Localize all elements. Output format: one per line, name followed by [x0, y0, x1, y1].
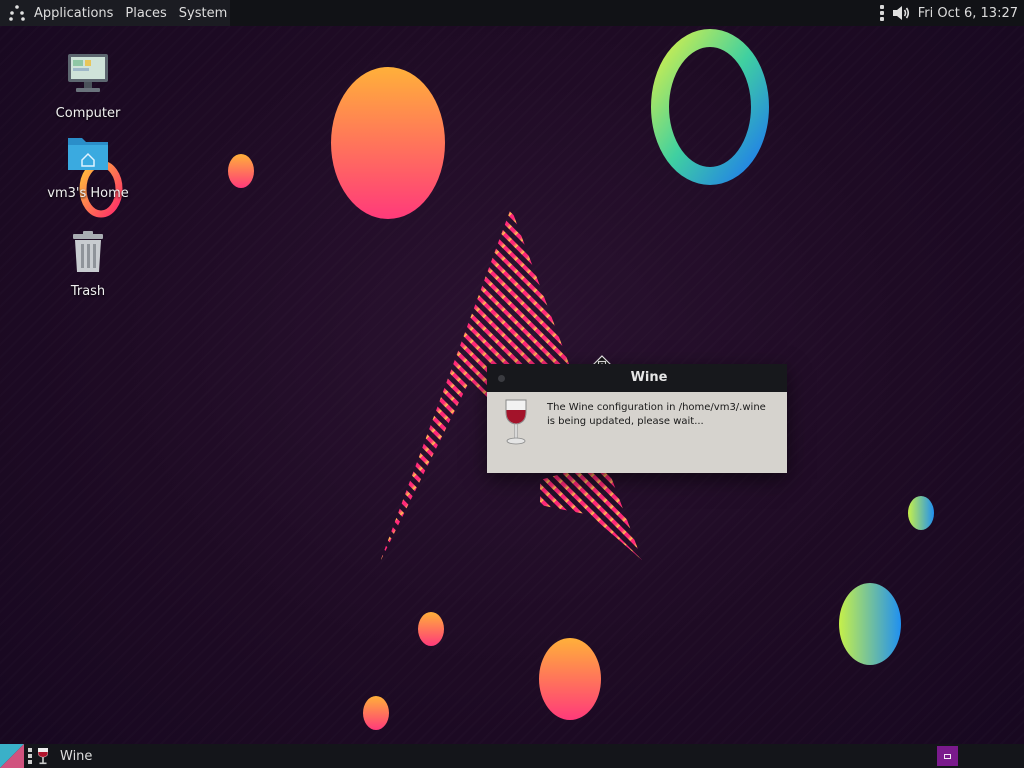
dialog-title: Wine — [630, 370, 668, 385]
dialog-body: The Wine configuration in /home/vm3/.win… — [487, 392, 787, 473]
workspace-switcher[interactable] — [937, 746, 958, 766]
clock[interactable]: Fri Oct 6, 13:27 — [918, 6, 1018, 21]
panel-handle-icon[interactable] — [879, 5, 884, 21]
home-folder-icon — [68, 138, 108, 170]
applications-menu[interactable]: Applications — [0, 0, 119, 26]
desktop-icon-home[interactable]: vm3's Home — [38, 130, 138, 201]
arch-menu-icon — [9, 5, 25, 21]
dialog-message: The Wine configuration in /home/vm3/.win… — [547, 402, 766, 427]
top-panel: Applications Places System Fri Oct 6, 13… — [0, 0, 1024, 26]
dialog-titlebar[interactable]: Wine — [487, 364, 787, 392]
places-menu[interactable]: Places — [119, 0, 172, 26]
menu-bar: Applications Places System — [0, 0, 230, 26]
wine-glass-icon — [505, 399, 527, 445]
status-area: Fri Oct 6, 13:27 — [879, 0, 1024, 26]
wine-glass-icon — [38, 748, 48, 765]
desktop-icon-label: Trash — [70, 284, 106, 299]
desktop-icon-label: Computer — [55, 106, 121, 121]
taskbar-item-wine[interactable]: Wine — [36, 744, 100, 768]
desktop-icon-computer[interactable]: Computer — [38, 50, 138, 121]
bottom-panel-handle-icon[interactable] — [28, 748, 32, 764]
show-desktop-icon[interactable] — [0, 744, 24, 768]
desktop-icon-label: vm3's Home — [47, 186, 129, 201]
bottom-panel: Wine — [0, 744, 1024, 768]
trash-icon — [73, 231, 103, 272]
system-menu[interactable]: System — [173, 0, 233, 26]
workspace-indicator-icon — [944, 753, 951, 759]
applications-label: Applications — [34, 5, 114, 21]
taskbar-item-label: Wine — [60, 748, 93, 764]
computer-icon — [68, 54, 108, 92]
desktop-icon-trash[interactable]: Trash — [38, 228, 138, 299]
volume-icon[interactable] — [892, 5, 910, 21]
wine-dialog: Wine The Wine configuration in /home/vm3… — [487, 364, 787, 473]
